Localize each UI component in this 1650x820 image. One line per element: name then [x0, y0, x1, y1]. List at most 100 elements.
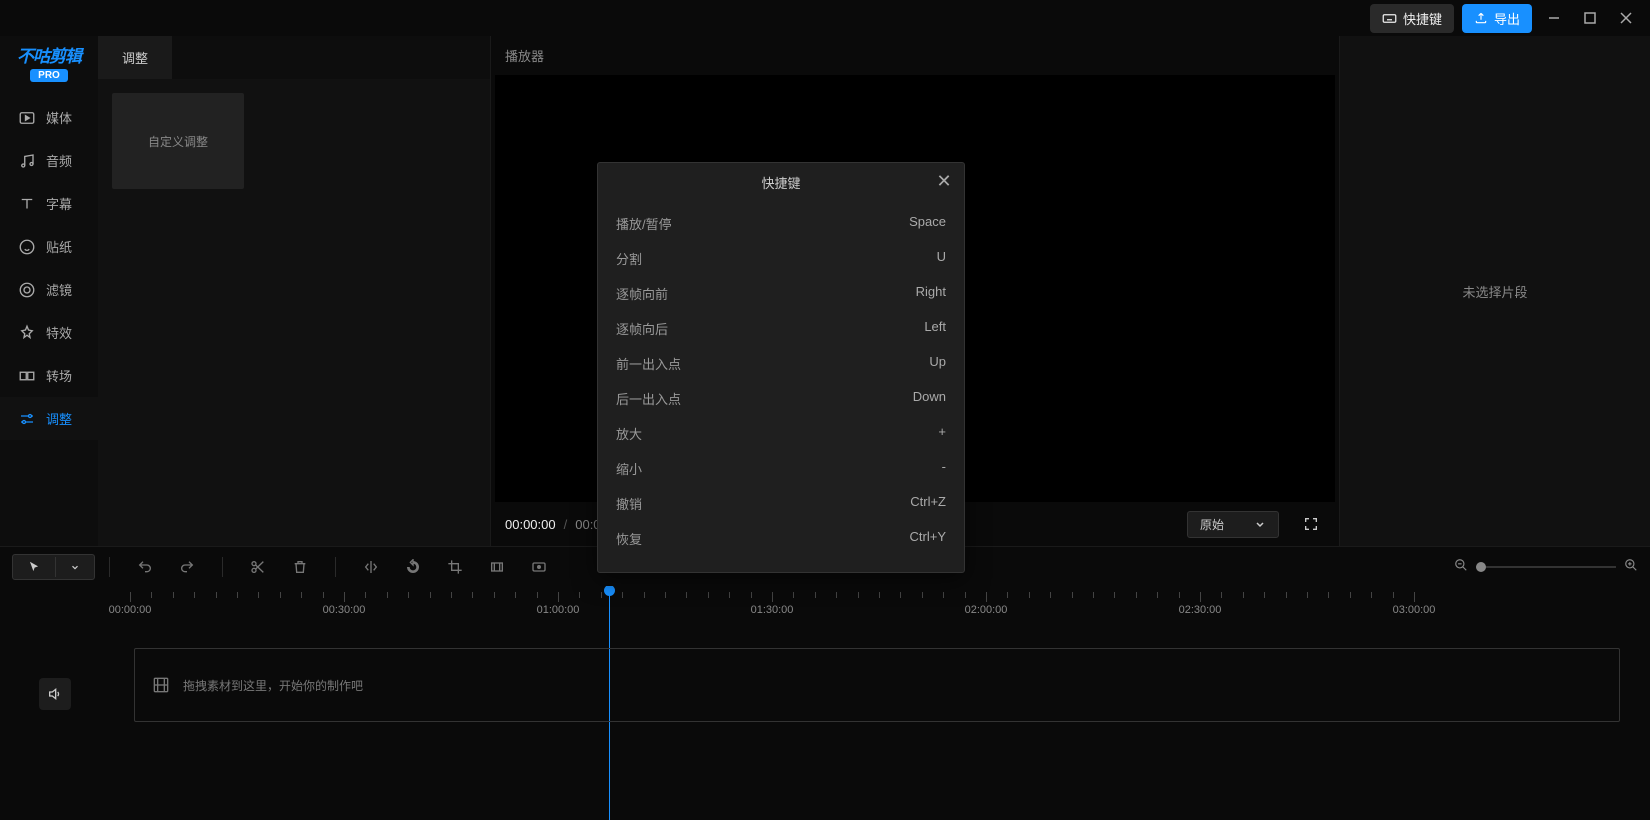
- redo-button[interactable]: [174, 554, 200, 580]
- zoom-thumb[interactable]: [1476, 562, 1486, 572]
- close-icon: ✕: [936, 171, 951, 192]
- delete-button[interactable]: [287, 554, 313, 580]
- minimize-button[interactable]: [1540, 4, 1568, 32]
- sidebar-item-subtitle[interactable]: 字幕: [0, 182, 98, 225]
- zoom-out-button[interactable]: [1454, 558, 1468, 575]
- maximize-button[interactable]: [1576, 4, 1604, 32]
- player-title: 播放器: [491, 36, 1339, 75]
- asset-panel: 调整 自定义调整: [98, 36, 490, 546]
- record-button[interactable]: [526, 554, 552, 580]
- sidebar-item-filter[interactable]: 滤镜: [0, 268, 98, 311]
- sidebar: 不咕剪辑 PRO 媒体 音频 字幕 贴纸 滤镜 特效 转场 调整: [0, 36, 98, 546]
- record-icon: [531, 559, 547, 575]
- zoom-slider[interactable]: [1476, 566, 1616, 568]
- sidebar-item-adjust[interactable]: 调整: [0, 397, 98, 440]
- speaker-icon: [47, 686, 63, 702]
- ruler-label: 01:00:00: [537, 604, 580, 616]
- mirror-icon: [363, 559, 379, 575]
- close-window-button[interactable]: [1612, 4, 1640, 32]
- text-icon: [18, 195, 36, 213]
- shortcut-key: U: [937, 249, 946, 268]
- shortcut-row: 分割U: [616, 241, 946, 276]
- effect-icon: [18, 324, 36, 342]
- adjust-icon: [18, 410, 36, 428]
- ruler-label: 03:00:00: [1393, 604, 1436, 616]
- rotate-button[interactable]: [400, 554, 426, 580]
- shortcut-key: Space: [909, 214, 946, 233]
- tab-adjust[interactable]: 调整: [98, 36, 172, 79]
- ruler-label: 00:30:00: [323, 604, 366, 616]
- export-label: 导出: [1494, 9, 1520, 28]
- ruler-label: 00:00:00: [109, 604, 152, 616]
- sticker-icon: [18, 238, 36, 256]
- zoom-control: [1454, 558, 1638, 575]
- sidebar-item-media[interactable]: 媒体: [0, 96, 98, 139]
- cursor-tool-select[interactable]: [12, 554, 95, 580]
- shortcut-key: Ctrl+Y: [910, 529, 946, 548]
- nav-label: 媒体: [46, 108, 72, 127]
- shortcut-row: 播放/暂停 Space: [616, 206, 946, 241]
- shortcut-key: Ctrl+Z: [910, 494, 946, 513]
- nav-label: 音频: [46, 151, 72, 170]
- nav-label: 滤镜: [46, 280, 72, 299]
- rotate-icon: [405, 559, 421, 575]
- cursor-icon: [27, 560, 41, 574]
- nav-label: 调整: [46, 409, 72, 428]
- shortcuts-modal: 快捷键 ✕ 播放/暂停Space分割U逐帧向前Right逐帧向后Left前一出入…: [597, 162, 965, 573]
- ruler-label: 02:30:00: [1179, 604, 1222, 616]
- shortcut-row: 放大+: [616, 416, 946, 451]
- aspect-ratio-select[interactable]: 原始: [1187, 511, 1279, 538]
- shortcut-row: 后一出入点Down: [616, 381, 946, 416]
- film-icon: [151, 675, 171, 695]
- frame-icon: [489, 559, 505, 575]
- shortcut-action: 缩小: [616, 459, 642, 478]
- music-icon: [18, 152, 36, 170]
- shortcut-action: 播放/暂停: [616, 214, 672, 233]
- shortcut-action: 逐帧向前: [616, 284, 668, 303]
- transition-icon: [18, 367, 36, 385]
- nav-label: 字幕: [46, 194, 72, 213]
- crop-icon: [447, 559, 463, 575]
- upload-icon: [1474, 11, 1488, 25]
- fullscreen-button[interactable]: [1297, 510, 1325, 538]
- fullscreen-icon: [1303, 516, 1319, 532]
- mute-button[interactable]: [39, 678, 71, 710]
- inspector-panel: 未选择片段: [1340, 36, 1650, 546]
- ruler-label: 01:30:00: [751, 604, 794, 616]
- shortcut-action: 逐帧向后: [616, 319, 668, 338]
- frame-button[interactable]: [484, 554, 510, 580]
- sidebar-item-audio[interactable]: 音频: [0, 139, 98, 182]
- redo-icon: [179, 559, 195, 575]
- timeline-dropzone[interactable]: 拖拽素材到这里，开始你的制作吧: [134, 648, 1620, 722]
- trash-icon: [292, 559, 308, 575]
- custom-adjust-card[interactable]: 自定义调整: [112, 93, 244, 189]
- pro-badge: PRO: [30, 69, 68, 82]
- mirror-button[interactable]: [358, 554, 384, 580]
- nav-label: 贴纸: [46, 237, 72, 256]
- modal-close-button[interactable]: ✕: [932, 169, 956, 193]
- scissors-icon: [250, 559, 266, 575]
- crop-button[interactable]: [442, 554, 468, 580]
- inspector-empty-text: 未选择片段: [1462, 282, 1527, 301]
- zoom-in-button[interactable]: [1624, 558, 1638, 575]
- shortcut-action: 后一出入点: [616, 389, 681, 408]
- sidebar-item-effect[interactable]: 特效: [0, 311, 98, 354]
- shortcut-key: Right: [916, 284, 946, 303]
- shortcut-row: 逐帧向后Left: [616, 311, 946, 346]
- shortcut-row: 恢复Ctrl+Y: [616, 521, 946, 556]
- ruler-label: 02:00:00: [965, 604, 1008, 616]
- sidebar-item-transition[interactable]: 转场: [0, 354, 98, 397]
- export-button[interactable]: 导出: [1462, 4, 1532, 33]
- undo-button[interactable]: [132, 554, 158, 580]
- shortcuts-label: 快捷键: [1403, 9, 1442, 28]
- timecode-separator: /: [564, 517, 568, 532]
- timeline: 00:00:00 00:30:00 01:00:00 01:30:00 02:00:00…: [0, 586, 1650, 820]
- timeline-ruler[interactable]: 00:00:00 00:30:00 01:00:00 01:30:00 02:00:00…: [110, 586, 1650, 620]
- title-bar: 快捷键 导出: [0, 0, 1650, 36]
- sidebar-item-sticker[interactable]: 贴纸: [0, 225, 98, 268]
- undo-icon: [137, 559, 153, 575]
- filter-icon: [18, 281, 36, 299]
- cut-button[interactable]: [245, 554, 271, 580]
- shortcuts-button[interactable]: 快捷键: [1370, 4, 1454, 33]
- app-logo: 不咕剪辑: [17, 42, 81, 67]
